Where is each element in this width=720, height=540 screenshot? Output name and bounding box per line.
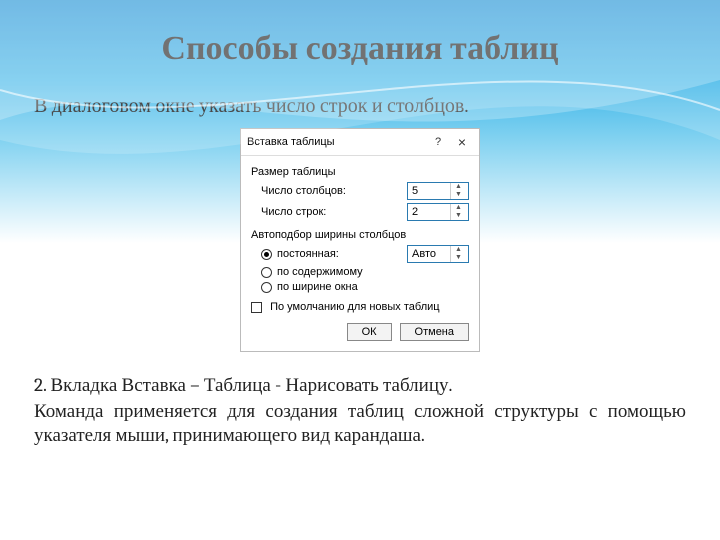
- remember-checkbox[interactable]: [251, 302, 262, 313]
- fixed-value-input[interactable]: [408, 248, 450, 260]
- fixed-down-icon[interactable]: ▼: [451, 254, 466, 262]
- close-icon[interactable]: ×: [451, 133, 473, 151]
- paragraph-3: Команда применяется для создания таблиц …: [34, 400, 686, 448]
- rows-input[interactable]: [408, 206, 450, 218]
- radio-content[interactable]: [261, 267, 272, 278]
- rows-down-icon[interactable]: ▼: [451, 212, 466, 220]
- radio-window[interactable]: [261, 282, 272, 293]
- ok-button[interactable]: ОК: [347, 323, 392, 341]
- cols-down-icon[interactable]: ▼: [451, 191, 466, 199]
- rows-up-icon[interactable]: ▲: [451, 204, 466, 212]
- cols-label: Число столбцов:: [261, 185, 346, 197]
- radio-window-label: по ширине окна: [277, 281, 358, 293]
- cancel-button[interactable]: Отмена: [400, 323, 469, 341]
- radio-fixed-label: постоянная:: [277, 248, 339, 260]
- rows-spinner[interactable]: ▲▼: [407, 203, 469, 221]
- slide-title: Способы создания таблиц: [0, 0, 720, 68]
- dialog-titlebar: Вставка таблицы ? ×: [241, 129, 479, 156]
- insert-table-dialog: Вставка таблицы ? × Размер таблицы Число…: [240, 128, 480, 352]
- help-icon[interactable]: ?: [427, 133, 449, 151]
- paragraph-2: 2. Вкладка Вставка – Таблица - Нарисоват…: [34, 374, 686, 398]
- cols-input[interactable]: [408, 185, 450, 197]
- dialog-title: Вставка таблицы: [247, 136, 425, 148]
- section-autofit-label: Автоподбор ширины столбцов: [251, 229, 469, 241]
- cols-spinner[interactable]: ▲▼: [407, 182, 469, 200]
- remember-label: По умолчанию для новых таблиц: [270, 301, 440, 313]
- section-size-label: Размер таблицы: [251, 166, 469, 178]
- radio-fixed[interactable]: [261, 249, 272, 260]
- rows-label: Число строк:: [261, 206, 326, 218]
- intro-text: В диалоговом окне указать число строк и …: [34, 94, 686, 118]
- fixed-value-spinner[interactable]: ▲▼: [407, 245, 469, 263]
- radio-content-label: по содержимому: [277, 266, 363, 278]
- cols-up-icon[interactable]: ▲: [451, 183, 466, 191]
- fixed-up-icon[interactable]: ▲: [451, 246, 466, 254]
